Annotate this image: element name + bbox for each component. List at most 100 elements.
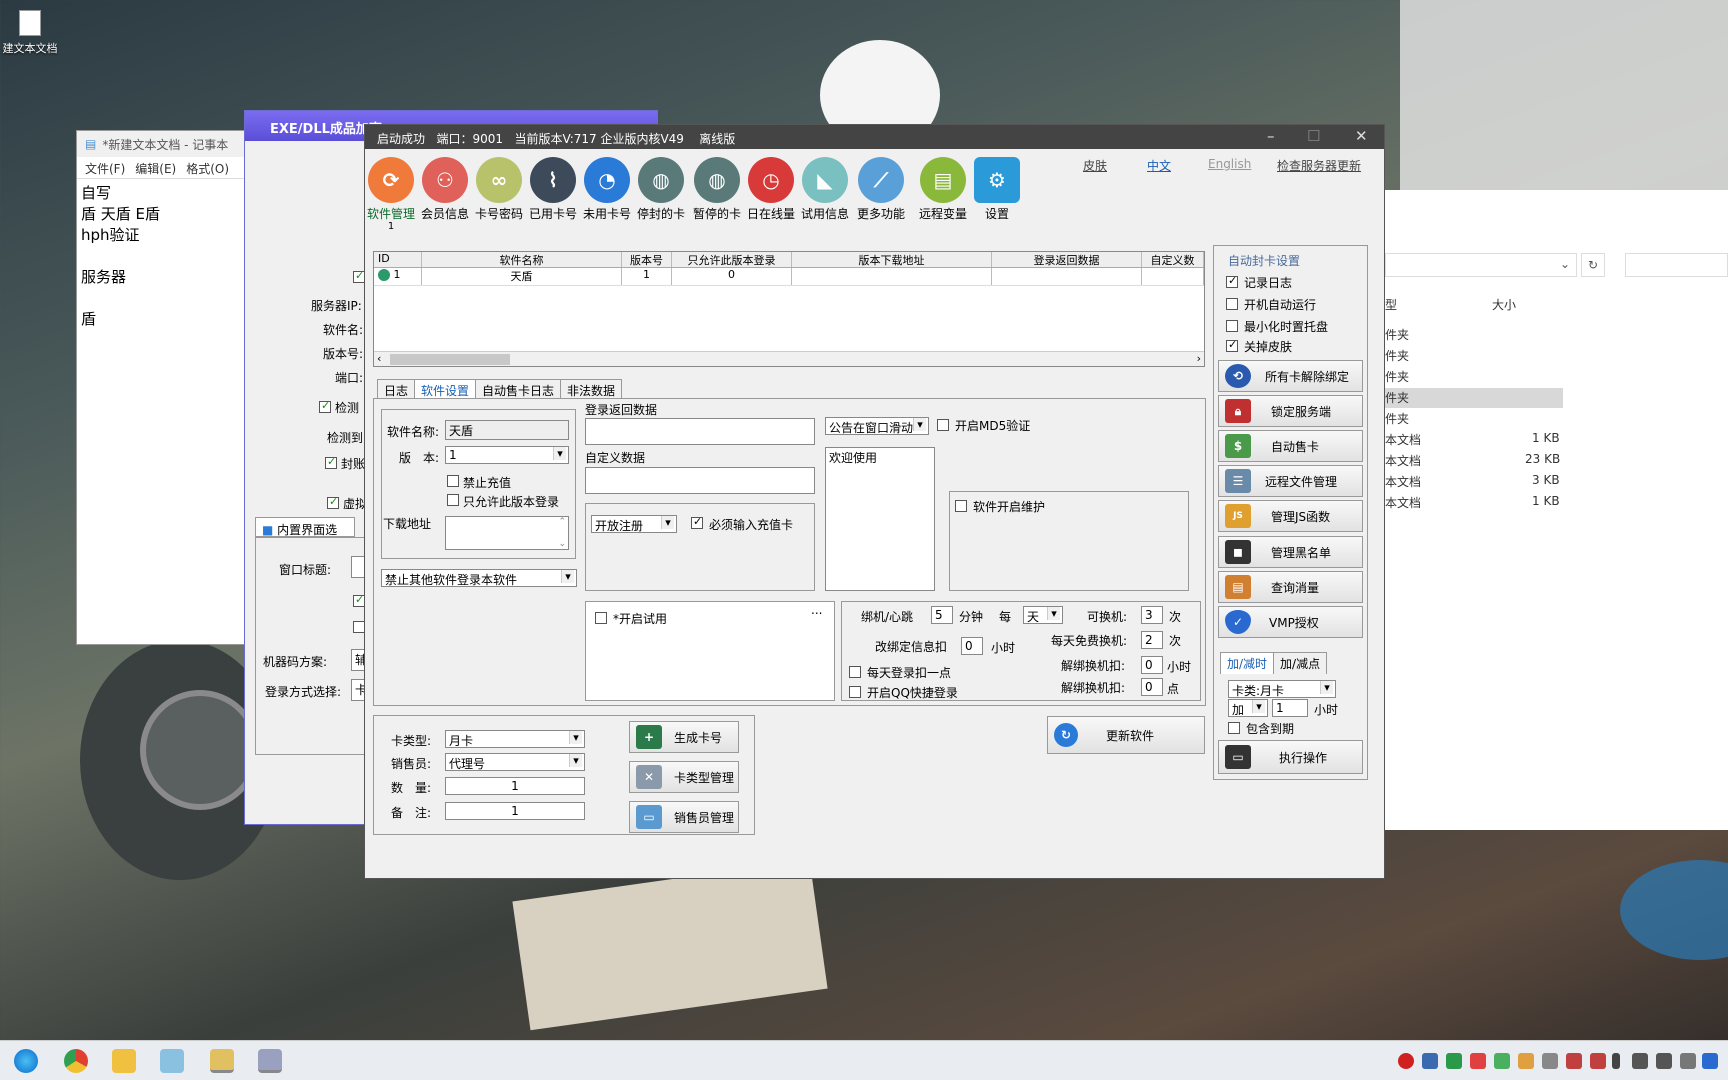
op-value-input[interactable]: 1 xyxy=(1272,699,1308,717)
daily-deduct-checkbox[interactable] xyxy=(849,666,861,678)
scroll-left-icon[interactable]: ‹ xyxy=(377,352,381,365)
trial-checkbox[interactable] xyxy=(595,612,607,624)
can-change-input[interactable]: 3 xyxy=(1141,606,1163,624)
notepad-task-icon[interactable] xyxy=(160,1049,184,1073)
login-return-input[interactable] xyxy=(585,418,815,445)
download-url-input[interactable]: ⌃ ⌄ xyxy=(445,516,569,550)
chrome-icon[interactable] xyxy=(64,1049,88,1073)
explorer-address-dropdown[interactable]: ⌄ xyxy=(1385,253,1577,277)
version-select[interactable]: 1 xyxy=(445,446,569,464)
col-login-return[interactable]: 登录返回数据 xyxy=(992,252,1142,267)
qty-input[interactable]: 1 xyxy=(445,777,585,795)
tray-icon[interactable] xyxy=(1702,1053,1718,1069)
minimize-tray-checkbox[interactable] xyxy=(1226,320,1238,332)
tray-icon[interactable] xyxy=(1590,1053,1606,1069)
main-titlebar[interactable]: 启动成功 端口：9001 当前版本V:717 企业版内核V49 离线版 – ☐ … xyxy=(365,125,1384,149)
include-expired-checkbox[interactable] xyxy=(1228,722,1240,734)
tool-used-cards[interactable]: ⌇ 已用卡号 xyxy=(527,157,579,222)
col-download[interactable]: 版本下载地址 xyxy=(792,252,992,267)
trial-more-button[interactable]: ... xyxy=(811,603,822,617)
tool-banned-cards[interactable]: ◍ 停封的卡 xyxy=(635,157,687,222)
tool-card-password[interactable]: ∞ 卡号密码 xyxy=(473,157,525,222)
col-size-header[interactable]: 大小 xyxy=(1492,296,1516,313)
period-select[interactable]: 天 xyxy=(1023,606,1063,624)
detect-checkbox[interactable] xyxy=(319,399,331,413)
tray-icon[interactable] xyxy=(1680,1053,1696,1069)
tool-soft-manage[interactable]: ⟳ 软件管理 1 xyxy=(365,157,417,232)
col-type-header[interactable]: 型 xyxy=(1385,296,1397,313)
file-row-type[interactable]: 件夹 xyxy=(1385,410,1409,427)
tool-members[interactable]: ⚇ 会员信息 xyxy=(419,157,471,222)
must-card-checkbox[interactable] xyxy=(691,515,703,529)
builtin-ui-tab[interactable]: ■ 内置界面选择 xyxy=(255,517,355,554)
soft-name-input[interactable]: 天盾 xyxy=(445,420,569,440)
file-row-type[interactable]: 本文档 xyxy=(1385,494,1421,511)
check-update-link[interactable]: 检查服务器更新 xyxy=(1277,157,1361,174)
free-change-input[interactable]: 2 xyxy=(1141,631,1163,649)
chinese-link[interactable]: 中文 xyxy=(1147,157,1171,174)
table-row[interactable]: 1 天盾 1 0 xyxy=(374,268,1204,286)
unbind-all-button[interactable]: ⟲ 所有卡解除绑定 xyxy=(1218,360,1363,392)
tool-unused-cards[interactable]: ◔ 未用卡号 xyxy=(581,157,633,222)
card-type-manage-button[interactable]: ✕ 卡类型管理 xyxy=(629,761,739,793)
scroll-down-icon[interactable]: ⌄ xyxy=(558,539,566,549)
scroll-up-icon[interactable]: ⌃ xyxy=(558,517,566,527)
tray-icon[interactable] xyxy=(1446,1053,1462,1069)
lock-server-button[interactable]: 🔒︎ 锁定服务端 xyxy=(1218,395,1363,427)
tab-add-point[interactable]: 加/减点 xyxy=(1273,652,1328,674)
op-select[interactable]: 加 xyxy=(1228,699,1268,717)
execute-button[interactable]: ▭ 执行操作 xyxy=(1218,740,1363,774)
col-version[interactable]: 版本号 xyxy=(622,252,672,267)
update-software-button[interactable]: ↻ 更新软件 xyxy=(1047,716,1205,754)
minimize-icon[interactable]: – xyxy=(1267,127,1275,145)
tray-icon[interactable] xyxy=(1518,1053,1534,1069)
file-row-type[interactable]: 件夹 xyxy=(1385,368,1409,385)
record-tray-icon[interactable] xyxy=(1398,1053,1414,1069)
no-recharge-checkbox[interactable] xyxy=(447,475,459,487)
col-id[interactable]: ID xyxy=(374,252,422,267)
file-row-type[interactable]: 本文档 xyxy=(1385,452,1421,469)
manage-js-button[interactable]: JS 管理JS函数 xyxy=(1218,500,1363,532)
seller-select[interactable]: 代理号 xyxy=(445,753,585,771)
english-link[interactable]: English xyxy=(1208,157,1251,171)
change-deduct-input[interactable]: 0 xyxy=(961,637,983,655)
file-row-type[interactable]: 本文档 xyxy=(1385,431,1421,448)
notepad-titlebar[interactable]: ▤ *新建文本文档 - 记事本 xyxy=(77,131,245,157)
mic-icon[interactable] xyxy=(1612,1053,1620,1069)
record-log-checkbox[interactable] xyxy=(1226,274,1238,288)
unbind-point-input[interactable]: 0 xyxy=(1141,678,1163,696)
maintain-checkbox[interactable] xyxy=(955,500,967,512)
software-table[interactable]: ID 软件名称 版本号 只允许此版本登录 版本下载地址 登录返回数据 自定义数 … xyxy=(373,251,1205,367)
file-row-type[interactable]: 件夹 xyxy=(1385,389,1409,406)
network-icon[interactable] xyxy=(1632,1053,1648,1069)
seller-manage-button[interactable]: ▭ 销售员管理 xyxy=(629,801,739,833)
autorun-checkbox[interactable] xyxy=(1226,298,1238,310)
notice-textarea[interactable]: 欢迎使用 xyxy=(825,447,935,591)
blacklist-button[interactable]: ◼ 管理黑名单 xyxy=(1218,536,1363,568)
custom-data-input[interactable] xyxy=(585,467,815,494)
file-row-type[interactable]: 件夹 xyxy=(1385,347,1409,364)
menu-file[interactable]: 文件(F) xyxy=(85,160,125,176)
refresh-icon[interactable]: ↻ xyxy=(1581,253,1605,277)
bind-interval-input[interactable]: 5 xyxy=(931,606,953,624)
volume-icon[interactable] xyxy=(1656,1053,1672,1069)
open-register-select[interactable]: 开放注册 xyxy=(591,515,677,533)
unbind-hour-input[interactable]: 0 xyxy=(1141,656,1163,674)
app-window-icon[interactable] xyxy=(258,1049,282,1073)
col-custom[interactable]: 自定义数 xyxy=(1142,252,1204,267)
remote-file-button[interactable]: ☰ 远程文件管理 xyxy=(1218,465,1363,497)
tool-paused-cards[interactable]: ◍ 暂停的卡 xyxy=(691,157,743,222)
only-version-checkbox[interactable] xyxy=(447,494,459,506)
explorer-search-box[interactable] xyxy=(1625,253,1728,277)
generate-card-button[interactable]: + 生成卡号 xyxy=(629,721,739,753)
scroll-thumb[interactable] xyxy=(390,354,510,365)
notepad-text[interactable]: 自写 盾 天盾 E盾 hph验证 服务器 盾 xyxy=(77,179,245,334)
block-checkbox[interactable] xyxy=(325,455,337,469)
tool-remote-vars[interactable]: ▤ 远程变量 xyxy=(917,157,969,222)
skin-off-checkbox[interactable] xyxy=(1226,338,1238,352)
notice-mode-select[interactable]: 公告在窗口滑动 xyxy=(825,417,929,435)
col-only-version[interactable]: 只允许此版本登录 xyxy=(672,252,792,267)
tab-add-time[interactable]: 加/减时 xyxy=(1220,652,1275,674)
menu-format[interactable]: 格式(O) xyxy=(186,160,229,176)
query-usage-button[interactable]: ▤ 查询消量 xyxy=(1218,571,1363,603)
